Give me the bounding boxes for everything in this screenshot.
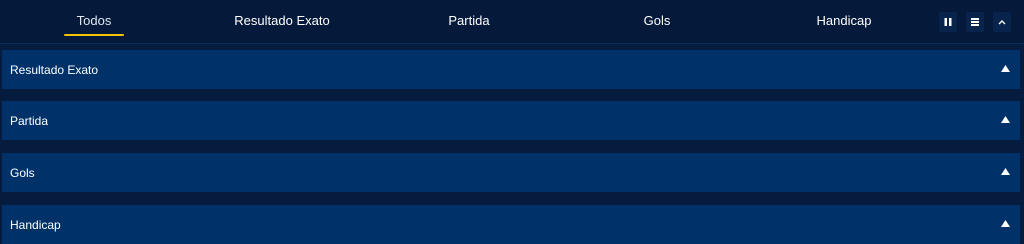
caret-up-icon [1001,116,1010,123]
market-section-partida[interactable]: Partida [2,101,1020,140]
single-column-view-button[interactable] [966,12,984,32]
caret-up-icon [1001,65,1010,72]
section-title: Resultado Exato [10,62,99,77]
pause-columns-icon [944,18,952,26]
tab-gols[interactable]: Gols [630,0,684,40]
collapse-all-button[interactable] [993,12,1011,32]
section-title: Partida [10,113,49,128]
tab-label: Handicap [816,12,872,28]
active-tab-indicator [64,34,124,36]
section-title: Gols [10,165,35,180]
list-view-icon [971,18,979,26]
tab-partida[interactable]: Partida [436,0,502,40]
market-section-resultado-exato[interactable]: Resultado Exato [2,50,1020,89]
tab-label: Resultado Exato [234,12,330,28]
tab-label: Todos [76,12,112,28]
section-title: Handicap [10,217,61,232]
caret-up-icon [1001,168,1010,175]
tab-label: Gols [643,12,671,28]
tab-todos[interactable]: Todos [64,0,124,40]
tab-label: Partida [448,12,490,28]
market-tabs-bar: Todos Resultado Exato Partida Gols Handi… [0,0,1024,44]
market-section-handicap[interactable]: Handicap [2,205,1020,244]
collapse-chevron-icon [998,20,1006,25]
market-section-gols[interactable]: Gols [2,153,1020,192]
tab-resultado-exato[interactable]: Resultado Exato [222,0,342,40]
caret-up-icon [1001,220,1010,227]
tab-handicap[interactable]: Handicap [805,0,883,40]
two-column-view-button[interactable] [939,12,957,32]
